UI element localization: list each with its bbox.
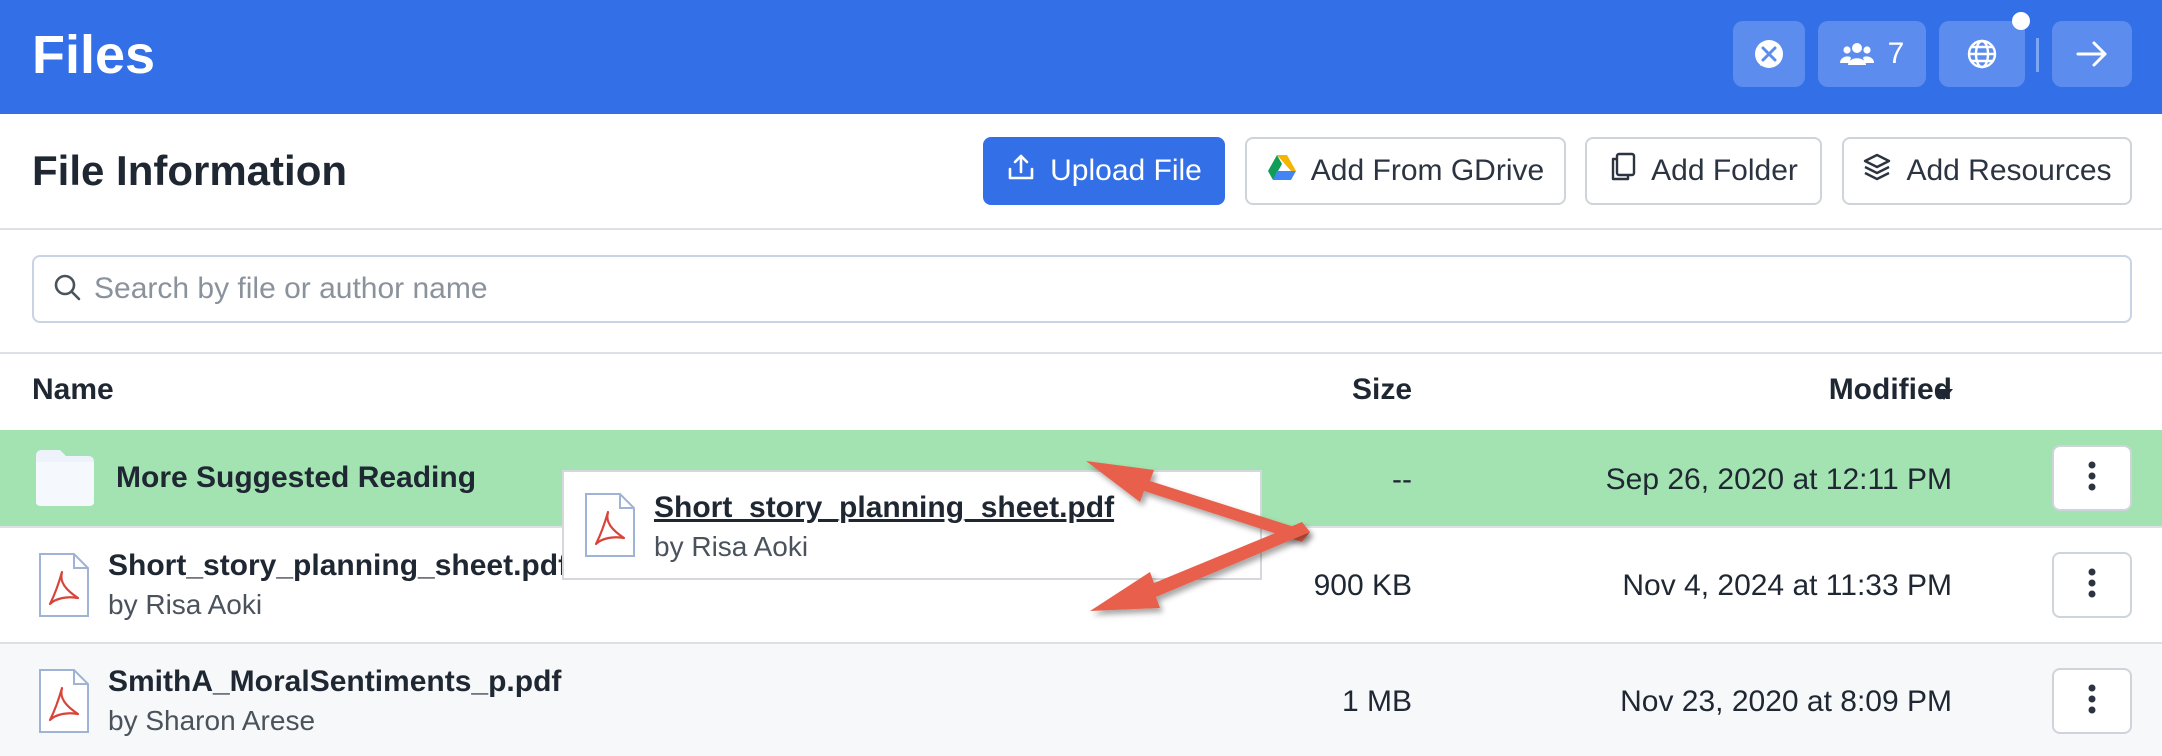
globe-icon bbox=[1966, 38, 1998, 70]
chat-icon bbox=[1751, 36, 1787, 72]
top-bar: Files 7 bbox=[0, 0, 2162, 114]
arrow-right-icon bbox=[2075, 40, 2109, 68]
add-folder-button[interactable]: Add Folder bbox=[1585, 137, 1822, 205]
column-header-size[interactable]: Size bbox=[1330, 372, 1412, 408]
search-icon bbox=[52, 272, 82, 307]
participants-count: 7 bbox=[1887, 37, 1905, 70]
search-divider bbox=[0, 352, 2162, 354]
column-header-modified[interactable]: Modified bbox=[1790, 372, 1952, 408]
add-resources-button[interactable]: Add Resources bbox=[1842, 137, 2132, 205]
file-modified: Nov 4, 2024 at 11:33 PM bbox=[1622, 569, 1952, 602]
row-more-button[interactable] bbox=[2052, 668, 2132, 734]
search-box bbox=[32, 255, 2132, 323]
file-size: 1 MB bbox=[1341, 685, 1412, 718]
sort-desc-icon bbox=[1935, 389, 1953, 400]
upload-file-label: Upload File bbox=[1050, 154, 1202, 187]
upload-icon bbox=[1006, 152, 1036, 190]
add-folder-label: Add Folder bbox=[1651, 154, 1798, 187]
users-icon bbox=[1839, 41, 1874, 67]
topbar-divider bbox=[2036, 38, 2039, 72]
file-modified: Nov 23, 2020 at 8:09 PM bbox=[1620, 685, 1952, 718]
upload-file-button[interactable]: Upload File bbox=[983, 137, 1225, 205]
file-name[interactable]: Short_story_planning_sheet.pdf bbox=[108, 548, 568, 584]
copy-folder-icon bbox=[1609, 152, 1637, 190]
file-name[interactable]: SmithA_MoralSentiments_p.pdf bbox=[108, 664, 561, 700]
kebab-menu-icon bbox=[2088, 684, 2096, 719]
file-modified: Sep 26, 2020 at 12:11 PM bbox=[1605, 463, 1952, 496]
exit-button[interactable] bbox=[2052, 21, 2132, 87]
header-divider bbox=[0, 228, 2162, 230]
row-more-button[interactable] bbox=[2052, 445, 2132, 511]
app-title: Files bbox=[32, 25, 156, 85]
pdf-file-icon bbox=[38, 668, 90, 734]
drag-preview[interactable]: Short_story_planning_sheet.pdf by Risa A… bbox=[562, 470, 1262, 580]
pdf-file-icon bbox=[38, 552, 90, 618]
folder-icon bbox=[34, 448, 96, 508]
language-button[interactable] bbox=[1939, 21, 2025, 87]
pdf-file-icon bbox=[584, 492, 636, 558]
file-author: by Risa Aoki bbox=[108, 589, 263, 620]
add-resources-label: Add Resources bbox=[1906, 154, 2112, 187]
kebab-menu-icon bbox=[2088, 461, 2096, 496]
participants-button[interactable]: 7 bbox=[1818, 21, 1926, 87]
kebab-menu-icon bbox=[2088, 568, 2096, 603]
folder-name[interactable]: More Suggested Reading bbox=[116, 461, 476, 495]
google-drive-icon bbox=[1267, 154, 1297, 189]
row-more-button[interactable] bbox=[2052, 552, 2132, 618]
add-from-gdrive-label: Add From GDrive bbox=[1310, 154, 1545, 187]
file-author: by Sharon Arese bbox=[108, 705, 316, 736]
layers-icon bbox=[1862, 152, 1892, 190]
column-header-name[interactable]: Name bbox=[32, 372, 114, 408]
drag-preview-name: Short_story_planning_sheet.pdf bbox=[654, 491, 1115, 524]
add-from-gdrive-button[interactable]: Add From GDrive bbox=[1245, 137, 1566, 205]
drag-preview-author: by Risa Aoki bbox=[654, 531, 809, 562]
notification-dot bbox=[2012, 12, 2030, 30]
chat-button[interactable] bbox=[1733, 21, 1805, 87]
search-input[interactable] bbox=[94, 272, 2044, 306]
page-title: File Information bbox=[32, 147, 347, 194]
